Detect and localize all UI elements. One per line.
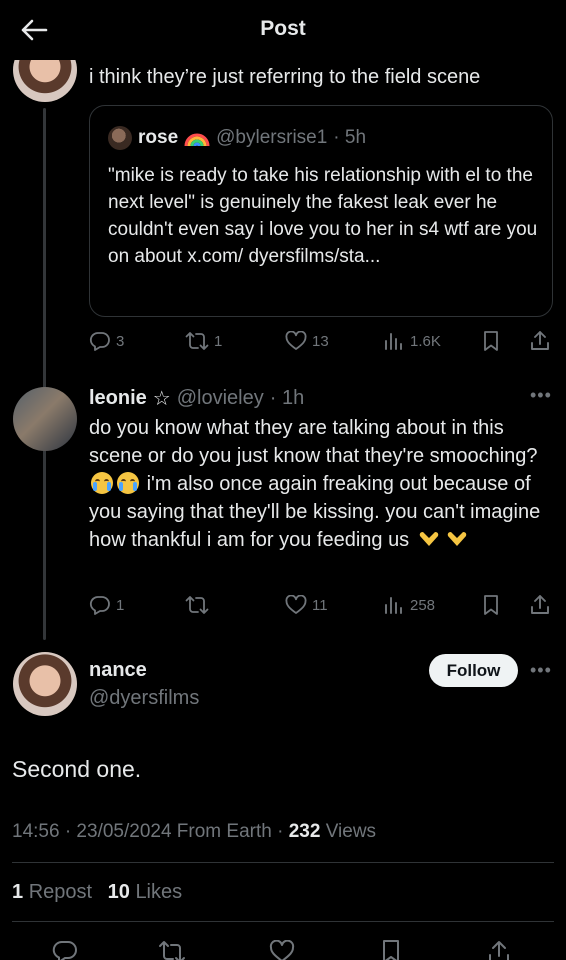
views-button[interactable]: 258 xyxy=(383,595,435,615)
quoted-post[interactable]: rose @bylersrise1 · 5h "mike is ready to… xyxy=(89,105,553,317)
repost-icon[interactable] xyxy=(158,940,186,960)
views-count: 258 xyxy=(410,596,436,614)
heart-hands-emoji-icon xyxy=(445,530,469,548)
avatar[interactable] xyxy=(13,652,77,716)
reply-button[interactable]: 3 xyxy=(89,331,124,351)
top-bar: Post xyxy=(0,0,566,60)
like-button[interactable]: 13 xyxy=(285,331,329,351)
crying-emoji-icon xyxy=(117,472,139,494)
reply-count: 3 xyxy=(116,332,125,350)
bookmark-button[interactable] xyxy=(481,330,501,352)
share-icon xyxy=(531,331,549,350)
heart-hands-emoji-icon xyxy=(417,530,441,548)
repost-count: 1 xyxy=(214,332,223,350)
avatar xyxy=(108,126,132,150)
follow-button[interactable]: Follow xyxy=(429,654,518,687)
quoted-post-time: · 5h xyxy=(333,127,367,148)
author-handle-line: @dyersfilms xyxy=(89,687,199,710)
share-button[interactable] xyxy=(529,330,551,352)
likes-stat[interactable]: 10 Likes xyxy=(108,881,183,903)
page-title: Post xyxy=(260,17,306,40)
reply-text: i think they’re just referring to the fi… xyxy=(89,66,481,88)
likes-label: Likes xyxy=(135,881,183,903)
crying-emoji-icon xyxy=(91,472,113,494)
reply-icon xyxy=(89,596,110,615)
reply-actions: 3 1 13 1.6K xyxy=(89,330,553,352)
repost-button[interactable]: 1 xyxy=(185,331,222,351)
star-icon: ☆ xyxy=(152,386,171,410)
post-timestamp: 14:56 · 23/05/2024 From Earth · xyxy=(12,821,284,842)
like-count: 11 xyxy=(312,596,328,614)
repost-stat[interactable]: 1 Repost xyxy=(12,881,92,903)
author-handle[interactable]: @lovieley xyxy=(177,387,264,410)
divider xyxy=(12,862,554,863)
thread-line xyxy=(43,108,46,640)
author-name[interactable]: leonie xyxy=(89,387,147,410)
rainbow-icon xyxy=(184,133,210,147)
reply-icon[interactable] xyxy=(52,940,78,960)
bookmark-icon xyxy=(484,595,498,615)
quoted-post-text: "mike is ready to take his relationship … xyxy=(108,165,538,267)
author-line: nance xyxy=(89,659,147,682)
share-icon xyxy=(531,595,549,614)
like-icon[interactable] xyxy=(269,940,295,960)
views-button[interactable]: 1.6K xyxy=(383,331,441,351)
share-button[interactable] xyxy=(529,594,551,616)
repost-icon xyxy=(185,332,209,350)
views-label: Views xyxy=(325,821,377,842)
post-time: · 1h xyxy=(269,386,305,409)
post-text: Second one. xyxy=(12,756,142,782)
more-icon[interactable]: ••• xyxy=(530,385,552,406)
bookmark-button[interactable] xyxy=(481,594,501,616)
like-count: 13 xyxy=(312,332,329,350)
quoted-author-handle: @bylersrise1 xyxy=(216,127,328,148)
reply-text: do you know what they are talking about … xyxy=(89,414,544,554)
share-icon[interactable] xyxy=(486,939,512,960)
views-icon xyxy=(385,333,402,350)
views-icon xyxy=(385,597,402,614)
like-icon xyxy=(285,331,307,350)
post-stats: 1 Repost 10 Likes xyxy=(12,881,182,904)
like-icon xyxy=(285,595,307,614)
bookmark-icon xyxy=(484,331,498,351)
more-icon[interactable]: ••• xyxy=(530,660,552,681)
author-name[interactable]: nance xyxy=(89,659,147,682)
repost-label: Repost xyxy=(28,881,93,903)
reply-button[interactable]: 1 xyxy=(89,595,124,615)
reply-text-part: do you know what they are talking about … xyxy=(89,417,538,467)
post-meta: 14:56 · 23/05/2024 From Earth · 232 View… xyxy=(12,821,376,843)
divider xyxy=(12,921,554,922)
quoted-author-name: rose xyxy=(138,127,179,148)
like-button[interactable]: 11 xyxy=(285,595,328,615)
repost-button[interactable] xyxy=(185,595,214,615)
reply-count: 1 xyxy=(116,596,125,614)
views-count: 1.6K xyxy=(410,332,441,350)
author-handle[interactable]: @dyersfilms xyxy=(89,687,199,710)
author-line: leonie ☆ @lovieley · 1h xyxy=(89,386,304,410)
reply-text-part: i'm also once again freaking out because… xyxy=(89,473,541,551)
avatar[interactable] xyxy=(13,387,77,451)
post-actions xyxy=(0,936,566,960)
likes-count: 10 xyxy=(107,881,130,903)
reply-icon xyxy=(89,332,110,351)
views-count: 232 xyxy=(288,821,321,842)
bookmark-icon[interactable] xyxy=(380,939,402,960)
repost-count: 1 xyxy=(12,881,24,903)
quoted-post-header: rose @bylersrise1 · 5h xyxy=(108,126,366,150)
repost-icon xyxy=(185,596,209,614)
reply-actions: 1 11 258 xyxy=(89,594,553,616)
